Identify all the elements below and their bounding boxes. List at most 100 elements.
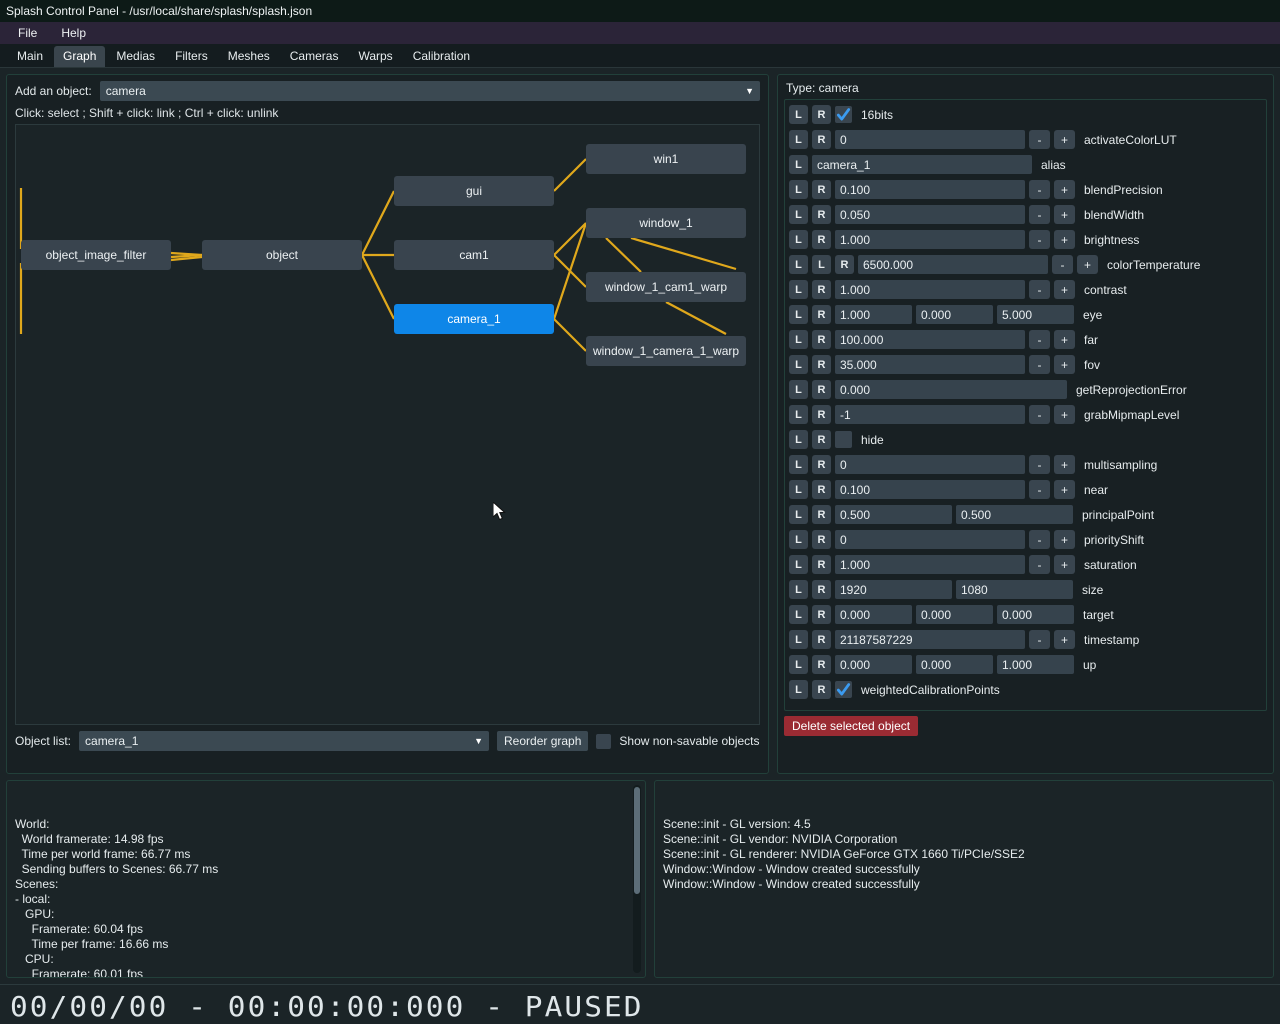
decrement-button-colorTemperature[interactable]: - [1052,255,1073,274]
decrement-button-contrast[interactable]: - [1029,280,1050,299]
property-value-up-2[interactable]: 1.000 [997,655,1074,674]
property-value-priorityShift[interactable]: 0 [835,530,1025,549]
increment-button-priorityShift[interactable]: + [1054,530,1075,549]
property-value-far[interactable]: 100.000 [835,330,1025,349]
link-button-0[interactable]: L [789,555,808,574]
link-button-0[interactable]: L [789,305,808,324]
reset-button-1[interactable]: R [812,455,831,474]
increment-button-near[interactable]: + [1054,480,1075,499]
decrement-button-brightness[interactable]: - [1029,230,1050,249]
reset-button-1[interactable]: R [812,280,831,299]
decrement-button-priorityShift[interactable]: - [1029,530,1050,549]
increment-button-fov[interactable]: + [1054,355,1075,374]
property-value-target-1[interactable]: 0.000 [916,605,993,624]
object-list-select[interactable]: camera_1 ▼ [79,731,490,751]
graph-node-object_image_filter[interactable]: object_image_filter [21,240,171,270]
reset-button-1[interactable]: R [812,105,831,124]
increment-button-colorTemperature[interactable]: + [1077,255,1098,274]
increment-button-brightness[interactable]: + [1054,230,1075,249]
increment-button-grabMipmapLevel[interactable]: + [1054,405,1075,424]
graph-node-window_1_camera_1_warp[interactable]: window_1_camera_1_warp [586,336,746,366]
reset-button-2[interactable]: R [835,255,854,274]
graph-node-object[interactable]: object [202,240,362,270]
link-button-0[interactable]: L [789,630,808,649]
link-button-1[interactable]: L [812,255,831,274]
property-value-timestamp[interactable]: 21187587229 [835,630,1025,649]
link-button-0[interactable]: L [789,680,808,699]
increment-button-contrast[interactable]: + [1054,280,1075,299]
property-value-multisampling[interactable]: 0 [835,455,1025,474]
decrement-button-blendWidth[interactable]: - [1029,205,1050,224]
link-button-0[interactable]: L [789,455,808,474]
property-value-eye-1[interactable]: 0.000 [916,305,993,324]
tab-medias[interactable]: Medias [107,46,164,67]
reset-button-1[interactable]: R [812,405,831,424]
property-value-colorTemperature[interactable]: 6500.000 [858,255,1048,274]
tab-warps[interactable]: Warps [349,46,401,67]
link-button-0[interactable]: L [789,580,808,599]
decrement-button-near[interactable]: - [1029,480,1050,499]
property-value-alias[interactable]: camera_1 [812,155,1032,174]
link-button-0[interactable]: L [789,230,808,249]
tab-filters[interactable]: Filters [166,46,217,67]
graph-node-camera_1[interactable]: camera_1 [394,304,554,334]
graph-node-cam1[interactable]: cam1 [394,240,554,270]
property-value-contrast[interactable]: 1.000 [835,280,1025,299]
reset-button-1[interactable]: R [812,430,831,449]
decrement-button-timestamp[interactable]: - [1029,630,1050,649]
property-value-getReprojectionError[interactable]: 0.000 [835,380,1067,399]
performance-log-panel[interactable]: World: World framerate: 14.98 fps Time p… [6,780,646,978]
reset-button-1[interactable]: R [812,680,831,699]
reorder-graph-button[interactable]: Reorder graph [497,731,589,751]
link-button-0[interactable]: L [789,105,808,124]
link-button-0[interactable]: L [789,180,808,199]
property-value-up-0[interactable]: 0.000 [835,655,912,674]
increment-button-activateColorLUT[interactable]: + [1054,130,1075,149]
link-button-0[interactable]: L [789,130,808,149]
reset-button-1[interactable]: R [812,480,831,499]
reset-button-1[interactable]: R [812,380,831,399]
decrement-button-blendPrecision[interactable]: - [1029,180,1050,199]
delete-selected-object-button[interactable]: Delete selected object [784,716,919,736]
graph-node-window_1_cam1_warp[interactable]: window_1_cam1_warp [586,272,746,302]
property-value-target-2[interactable]: 0.000 [997,605,1074,624]
graph-node-win1[interactable]: win1 [586,144,746,174]
link-button-0[interactable]: L [789,205,808,224]
graph-canvas[interactable]: object_image_filter object gui cam1 camera_1… [15,124,760,725]
link-button-0[interactable]: L [789,155,808,174]
show-non-savable-checkbox[interactable] [596,733,612,749]
tab-cameras[interactable]: Cameras [281,46,348,67]
increment-button-saturation[interactable]: + [1054,555,1075,574]
add-object-select[interactable]: camera ▼ [99,81,760,101]
scrollbar-thumb[interactable] [634,787,640,895]
decrement-button-activateColorLUT[interactable]: - [1029,130,1050,149]
reset-button-1[interactable]: R [812,580,831,599]
link-button-0[interactable]: L [789,605,808,624]
link-button-0[interactable]: L [789,280,808,299]
reset-button-1[interactable]: R [812,630,831,649]
console-log-panel[interactable]: Scene::init - GL version: 4.5 Scene::ini… [654,780,1274,978]
reset-button-1[interactable]: R [812,180,831,199]
link-button-0[interactable]: L [789,430,808,449]
property-value-size-1[interactable]: 1080 [956,580,1073,599]
reset-button-1[interactable]: R [812,605,831,624]
increment-button-timestamp[interactable]: + [1054,630,1075,649]
graph-node-gui[interactable]: gui [394,176,554,206]
decrement-button-multisampling[interactable]: - [1029,455,1050,474]
tab-calibration[interactable]: Calibration [404,46,479,67]
reset-button-1[interactable]: R [812,330,831,349]
property-value-saturation[interactable]: 1.000 [835,555,1025,574]
increment-button-blendPrecision[interactable]: + [1054,180,1075,199]
link-button-0[interactable]: L [789,355,808,374]
link-button-0[interactable]: L [789,505,808,524]
property-value-brightness[interactable]: 1.000 [835,230,1025,249]
reset-button-1[interactable]: R [812,305,831,324]
property-value-blendWidth[interactable]: 0.050 [835,205,1025,224]
property-value-activateColorLUT[interactable]: 0 [835,130,1025,149]
decrement-button-saturation[interactable]: - [1029,555,1050,574]
tab-meshes[interactable]: Meshes [219,46,279,67]
increment-button-far[interactable]: + [1054,330,1075,349]
reset-button-1[interactable]: R [812,355,831,374]
tab-graph[interactable]: Graph [54,46,106,67]
reset-button-1[interactable]: R [812,230,831,249]
